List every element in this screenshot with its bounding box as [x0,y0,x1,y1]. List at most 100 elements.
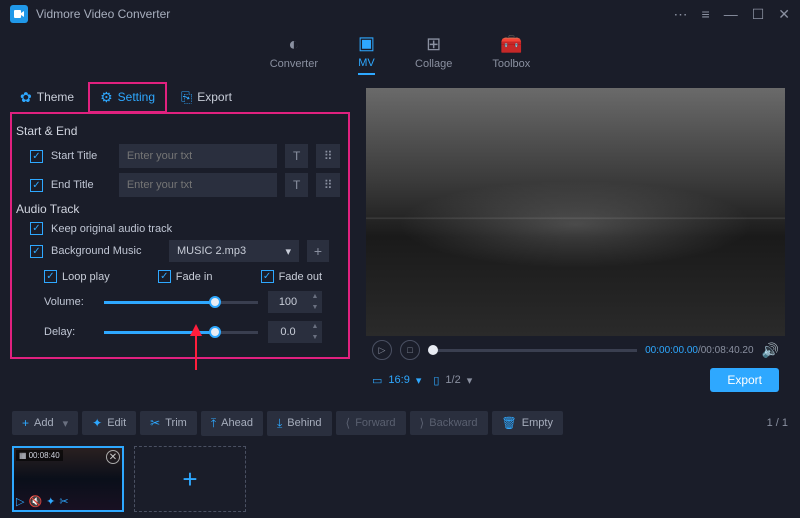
wand-icon: ✦ [92,416,102,430]
grid-button[interactable]: ⠿ [316,144,340,168]
delay-slider[interactable] [104,325,258,339]
section-audio: Audio Track [16,202,340,216]
fadein-label: Fade in [176,271,213,283]
left-tabs: ✿ Theme ⚙ Setting ⎘ Export [10,80,350,114]
feedback-icon[interactable]: ⋯ [674,6,688,23]
aspect-value: 16:9 [388,374,409,386]
nav-label: Collage [415,58,452,70]
maximize-icon[interactable]: ☐ [752,6,765,23]
clip-thumbnail[interactable]: ▦00:08:40 ✕ ▷ 🔇 ✦ ✂ [12,446,124,512]
trim-button[interactable]: ✂Trim [140,411,197,435]
add-button[interactable]: +Add▾ [12,411,78,435]
spin-up-icon[interactable]: ▲ [308,291,322,302]
time-display: 00:00:00.00/00:08:40.20 [645,345,753,356]
page-value: 1/2 [445,374,460,386]
export-button[interactable]: Export [710,368,779,392]
backward-button: ⟩Backward [410,411,488,435]
top-nav: ◐ Converter ▣ MV ⊞ Collage 🧰 Toolbox [0,28,800,80]
delay-label: Delay: [44,326,94,338]
checkbox-bg-music[interactable]: ✓ [30,245,43,258]
nav-label: MV [358,57,375,69]
nav-toolbox[interactable]: 🧰 Toolbox [492,34,530,74]
menu-icon[interactable]: ≡ [702,6,710,23]
effect-icon[interactable]: ✦ [46,495,55,508]
bottom-toolbar: +Add▾ ✦Edit ✂Trim ⤒Ahead ⤓Behind ⟨Forwar… [0,406,800,440]
spin-down-icon[interactable]: ▼ [308,332,322,343]
bg-music-select[interactable]: MUSIC 2.mp3 ▾ [169,240,299,262]
text-style-button[interactable]: T [285,173,309,197]
aspect-ratio-select[interactable]: ▭ 16:9 ▾ [372,374,421,387]
play-icon[interactable]: ▷ [16,495,24,508]
page-icon: ▯ [433,374,439,387]
grid-button[interactable]: ⠿ [316,173,340,197]
page-indicator: 1 / 1 [767,417,788,429]
forward-icon: ⟨ [346,416,351,430]
bg-music-label: Background Music [51,245,161,257]
delete-clip-button[interactable]: ✕ [106,450,120,464]
nav-collage[interactable]: ⊞ Collage [415,34,452,74]
checkbox-loop[interactable]: ✓ [44,270,57,283]
app-logo [10,5,28,23]
add-clip-button[interactable]: + [134,446,246,512]
aspect-bar: ▭ 16:9 ▾ ▯ 1/2 ▾ Export [366,364,785,396]
delay-value-box[interactable]: 0.0 ▲▼ [268,321,322,343]
spin-down-icon[interactable]: ▼ [308,302,322,313]
checkbox-fadeout[interactable]: ✓ [261,270,274,283]
bg-music-value: MUSIC 2.mp3 [177,245,246,257]
settings-panel: Start & End ✓ Start Title T ⠿ ✓ End Titl… [10,112,350,359]
backward-icon: ⟩ [420,416,425,430]
end-title-input[interactable] [119,173,277,197]
volume-value-box[interactable]: 100 ▲▼ [268,291,322,313]
ahead-icon: ⤒ [211,416,216,431]
behind-button[interactable]: ⤓Behind [267,411,332,436]
nav-label: Toolbox [492,58,530,70]
scissors-icon: ✂ [150,416,160,430]
nav-label: Converter [270,58,318,70]
empty-button[interactable]: 🗑Empty [492,411,563,435]
film-icon: ▦ [19,451,27,460]
section-start-end: Start & End [16,124,340,138]
trim-icon[interactable]: ✂ [59,495,68,508]
behind-icon: ⤓ [277,416,282,431]
close-icon[interactable]: ✕ [778,6,790,23]
duration-badge: ▦00:08:40 [16,450,63,461]
checkbox-keep-audio[interactable]: ✓ [30,222,43,235]
tab-export[interactable]: ⎘ Export [171,84,242,111]
tab-theme[interactable]: ✿ Theme [10,84,84,111]
delay-value: 0.0 [268,326,308,338]
edit-button[interactable]: ✦Edit [82,411,136,435]
stop-button[interactable]: □ [400,340,420,360]
seek-track[interactable] [428,349,637,352]
tab-label: Export [197,90,232,104]
trash-icon: 🗑 [502,416,517,430]
page-select[interactable]: ▯ 1/2 ▾ [433,374,472,387]
checkbox-start-title[interactable]: ✓ [30,150,43,163]
chevron-down-icon: ▾ [416,374,422,387]
checkbox-end-title[interactable]: ✓ [30,179,43,192]
volume-slider[interactable] [104,295,258,309]
left-panel: ✿ Theme ⚙ Setting ⎘ Export Start & End ✓… [0,80,360,400]
mute-icon[interactable]: 🔇 [28,495,42,508]
checkbox-fadein[interactable]: ✓ [158,270,171,283]
plus-icon: + [22,416,29,430]
add-music-button[interactable]: + [307,240,329,262]
start-title-input[interactable] [119,144,277,168]
spin-up-icon[interactable]: ▲ [308,321,322,332]
nav-mv[interactable]: ▣ MV [358,33,375,75]
export-icon: ⎘ [181,89,192,106]
thumbnail-row: ▦00:08:40 ✕ ▷ 🔇 ✦ ✂ + [0,440,800,518]
play-button[interactable]: ▷ [372,340,392,360]
loop-label: Loop play [62,271,110,283]
tab-setting[interactable]: ⚙ Setting [88,82,167,113]
app-title: Vidmore Video Converter [36,7,674,21]
ahead-button[interactable]: ⤒Ahead [201,411,263,436]
chevron-down-icon: ▾ [467,374,473,387]
right-panel: ▷ □ 00:00:00.00/00:08:40.20 🔊 ▭ 16:9 ▾ ▯… [360,80,800,400]
nav-converter[interactable]: ◐ Converter [270,34,318,74]
video-preview[interactable] [366,88,785,336]
chevron-down-icon: ▾ [63,417,69,430]
text-style-button[interactable]: T [285,144,309,168]
collage-icon: ⊞ [426,34,441,55]
volume-icon[interactable]: 🔊 [762,342,779,359]
minimize-icon[interactable]: — [724,6,738,23]
